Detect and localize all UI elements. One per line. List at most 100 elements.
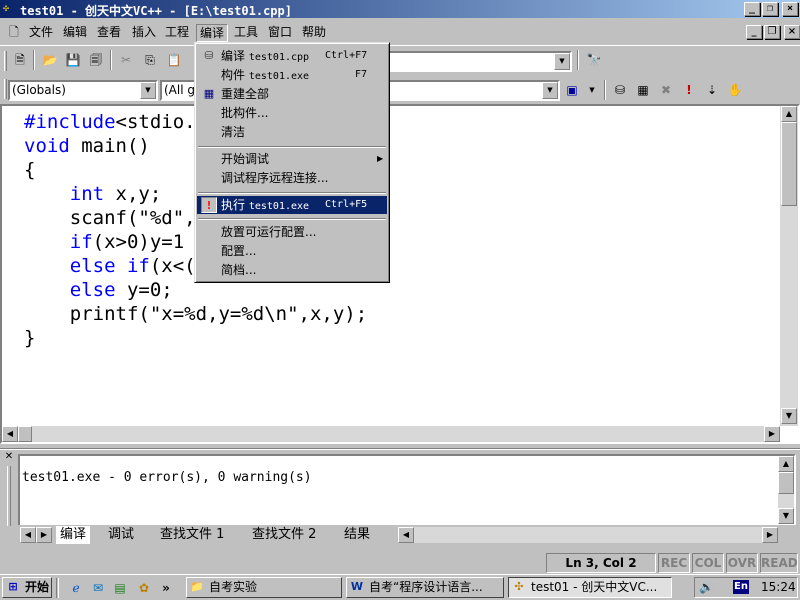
scroll-left-icon[interactable]: ◀ xyxy=(398,527,414,543)
close-button[interactable]: × xyxy=(782,2,798,16)
menu-tools[interactable]: 工具 xyxy=(231,24,261,42)
scroll-thumb[interactable] xyxy=(18,426,32,442)
internet-explorer-icon[interactable]: ℯ xyxy=(66,578,86,598)
volume-icon[interactable]: 🔊 xyxy=(699,580,714,594)
menu-view[interactable]: 查看 xyxy=(94,24,124,42)
output-vertical-scrollbar[interactable]: ▲ ▼ xyxy=(778,456,794,524)
menu-item-place-run-config[interactable]: 放置可运行配置... xyxy=(197,223,387,241)
clock[interactable]: 15:24 xyxy=(761,580,796,594)
menu-build[interactable]: 编译 xyxy=(196,24,229,42)
menu-edit[interactable]: 编辑 xyxy=(60,24,90,42)
code-line[interactable]: scanf("%d", xyxy=(24,206,196,230)
save-icon[interactable]: 💾 xyxy=(63,50,83,70)
copy-icon[interactable]: ⎘ xyxy=(140,50,160,70)
save-all-icon[interactable]: 🗐 xyxy=(86,50,106,70)
minimize-button[interactable]: _ xyxy=(744,2,760,16)
editor-horizontal-scrollbar[interactable]: ◀ ▶ xyxy=(2,426,780,442)
menu-insert[interactable]: 插入 xyxy=(129,24,159,42)
child-restore-button[interactable]: ❐ xyxy=(764,25,780,39)
task-explorer[interactable]: 📁 自考实验 xyxy=(186,577,342,598)
menu-item-rebuild-all[interactable]: ▦ 重建全部 xyxy=(197,85,387,103)
build-icon[interactable]: ▦ xyxy=(633,80,653,100)
scroll-left-icon[interactable]: ◀ xyxy=(2,426,18,442)
find-combo[interactable]: ▼ xyxy=(382,51,572,72)
tab-scroll-right-icon[interactable]: ▶ xyxy=(36,527,52,543)
execute-icon[interactable]: ! xyxy=(679,80,699,100)
toolbar-grip[interactable] xyxy=(4,51,7,71)
scroll-down-icon[interactable]: ▼ xyxy=(781,408,797,424)
app-icon[interactable]: ✣ xyxy=(3,3,17,15)
new-file-icon[interactable]: 🗎 xyxy=(10,50,30,70)
chevron-down-icon[interactable]: ▼ xyxy=(554,53,570,70)
chevron-down-icon[interactable]: ▼ xyxy=(140,82,156,99)
document-icon[interactable]: 🗋 xyxy=(6,23,22,41)
editor-vertical-scrollbar[interactable]: ▲ ▼ xyxy=(780,106,798,426)
toolbar-grip[interactable] xyxy=(4,79,7,99)
wizard-action-icon[interactable]: ▣ xyxy=(562,80,582,100)
quicklaunch-more-icon[interactable]: » xyxy=(156,578,176,598)
find-in-files-icon[interactable]: 🔭 xyxy=(584,50,604,70)
child-minimize-button[interactable]: _ xyxy=(746,25,762,39)
code-line[interactable]: #include<stdio. xyxy=(24,110,196,134)
show-desktop-icon[interactable]: ▤ xyxy=(110,578,130,598)
scroll-thumb[interactable] xyxy=(781,122,797,206)
output-horizontal-scrollbar[interactable]: ◀ ▶ xyxy=(398,527,778,543)
code-line[interactable]: int x,y; xyxy=(24,182,162,206)
go-icon[interactable]: ⇣ xyxy=(702,80,722,100)
tab-scroll-left-icon[interactable]: ◀ xyxy=(20,527,36,543)
tab-find-in-files-2[interactable]: 查找文件 2 xyxy=(252,526,316,544)
menu-item-start-debug[interactable]: 开始调试 ▶ xyxy=(197,150,387,168)
menu-item-build[interactable]: 构件 test01.exe F7 xyxy=(197,66,387,84)
tab-debug[interactable]: 调试 xyxy=(108,526,134,544)
task-word-document[interactable]: W 自考“程序设计语言... xyxy=(346,577,504,598)
breakpoint-hand-icon[interactable]: ✋ xyxy=(725,80,745,100)
chevron-down-icon[interactable]: ▼ xyxy=(542,82,558,99)
menu-item-batch-build[interactable]: 批构件... xyxy=(197,104,387,122)
tab-build[interactable]: 编译 xyxy=(56,526,91,544)
child-close-button[interactable]: × xyxy=(784,25,800,39)
stop-build-icon[interactable]: ✖ xyxy=(656,80,676,100)
menu-item-profile[interactable]: 简档... xyxy=(197,261,387,279)
code-line[interactable]: } xyxy=(24,326,35,350)
menu-file[interactable]: 文件 xyxy=(26,24,56,42)
pane-splitter[interactable] xyxy=(0,448,800,450)
quicklaunch-app-icon[interactable]: ✿ xyxy=(134,578,154,598)
scroll-up-icon[interactable]: ▲ xyxy=(781,106,797,122)
close-output-icon[interactable]: ✕ xyxy=(2,452,16,464)
menu-item-execute[interactable]: ! 执行 test01.exe Ctrl+F5 xyxy=(197,196,387,214)
scroll-down-icon[interactable]: ▼ xyxy=(778,508,794,524)
class-combo[interactable]: (Globals) ▼ xyxy=(8,80,158,101)
menu-item-remote-debug[interactable]: 调试程序远程连接... xyxy=(197,169,387,187)
menu-window[interactable]: 窗口 xyxy=(265,24,295,42)
scroll-right-icon[interactable]: ▶ xyxy=(764,426,780,442)
tab-results[interactable]: 结果 xyxy=(344,526,370,544)
outlook-icon[interactable]: ✉ xyxy=(88,578,108,598)
start-button[interactable]: ⊞ 开始 xyxy=(2,577,52,598)
output-grip[interactable] xyxy=(7,466,11,526)
tab-find-in-files-1[interactable]: 查找文件 1 xyxy=(160,526,224,544)
menu-help[interactable]: 帮助 xyxy=(299,24,329,42)
menu-item-clean[interactable]: 清洁 xyxy=(197,123,387,141)
title-bar[interactable]: ✣ test01 - 创天中文VC++ - [E:\test01.cpp] _ … xyxy=(0,0,800,18)
restore-button[interactable]: ❐ xyxy=(762,2,778,16)
menu-item-configurations[interactable]: 配置... xyxy=(197,242,387,260)
scroll-right-icon[interactable]: ▶ xyxy=(762,527,778,543)
task-vc-ide[interactable]: ✣ test01 - 创天中文VC... xyxy=(508,577,672,598)
code-line[interactable]: printf("x=%d,y=%d\n",x,y); xyxy=(24,302,367,326)
paste-icon[interactable]: 📋 xyxy=(164,50,184,70)
open-folder-icon[interactable]: 📂 xyxy=(40,50,60,70)
scroll-up-icon[interactable]: ▲ xyxy=(778,456,794,472)
compile-icon[interactable]: ⛁ xyxy=(610,80,630,100)
scroll-thumb[interactable] xyxy=(778,472,794,494)
code-line[interactable]: else if(x<( xyxy=(24,254,196,278)
cut-icon[interactable]: ✂ xyxy=(116,50,136,70)
code-line[interactable]: if(x>0)y=1 xyxy=(24,230,184,254)
code-editor[interactable]: #include<stdio. void main() { int x,y; s… xyxy=(0,104,800,444)
code-line[interactable]: { xyxy=(24,158,35,182)
menu-project[interactable]: 工程 xyxy=(162,24,192,42)
chevron-down-icon[interactable]: ▼ xyxy=(582,80,602,100)
menu-item-compile[interactable]: ⛁ 编译 test01.cpp Ctrl+F7 xyxy=(197,47,387,65)
code-line[interactable]: else y=0; xyxy=(24,278,173,302)
code-line[interactable]: void main() xyxy=(24,134,150,158)
language-indicator[interactable]: En xyxy=(733,580,749,594)
